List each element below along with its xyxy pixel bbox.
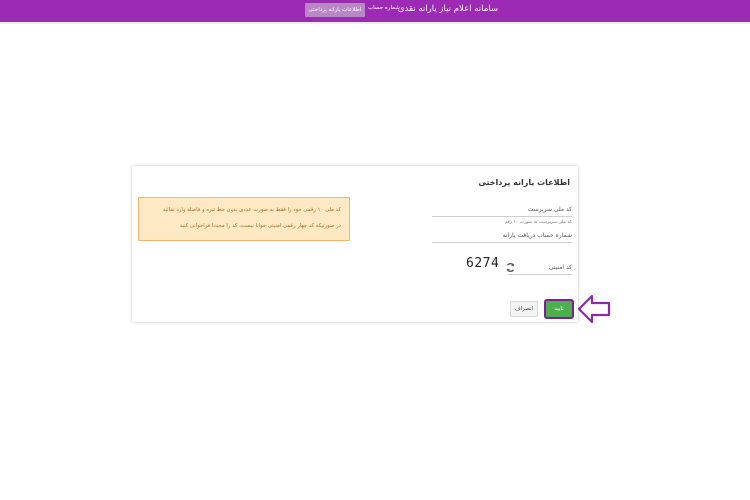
account-number-field: شماره حساب دریافت یارانه: [432, 232, 572, 243]
top-navbar: سامانه اعلام نیاز یارانه نقدی شماره حساب…: [0, 0, 750, 22]
nav-item-account-number[interactable]: شماره حساب: [368, 5, 400, 11]
form-title: اطلاعات یارانه پرداختی: [478, 178, 570, 187]
instructions-alert: کد ملی ۱۰ رقمی خود را فقط به صورت عددی ب…: [138, 197, 350, 241]
confirm-button[interactable]: تایید: [544, 299, 574, 319]
account-number-input[interactable]: [432, 232, 572, 241]
refresh-icon[interactable]: [505, 262, 516, 273]
national-code-input[interactable]: [432, 206, 572, 215]
security-code-field: کد امنیتی: [508, 264, 572, 275]
cancel-button[interactable]: انصراف: [510, 301, 538, 317]
navbar-divider: [0, 22, 750, 24]
app-title: سامانه اعلام نیاز یارانه نقدی: [397, 4, 498, 14]
alert-line-2: در صورتیکه کد چهار رقمی امنیتی خوانا نیس…: [179, 223, 341, 229]
captcha-code: 6274: [466, 256, 500, 271]
alert-line-1: کد ملی ۱۰ رقمی خود را فقط به صورت عددی ب…: [162, 207, 341, 213]
national-code-hint: کد ملی سرپرست به صورت ۱۰ رقم: [504, 220, 572, 225]
arrow-left-outline-icon: [577, 294, 611, 324]
subsidy-form-card: اطلاعات یارانه پرداختی کد ملی سرپرست کد …: [132, 166, 578, 322]
nav-item-subsidy-info[interactable]: اطلاعات یارانه پرداختی: [305, 3, 365, 17]
national-code-field: کد ملی سرپرست: [432, 206, 572, 217]
security-code-input[interactable]: [508, 264, 572, 273]
